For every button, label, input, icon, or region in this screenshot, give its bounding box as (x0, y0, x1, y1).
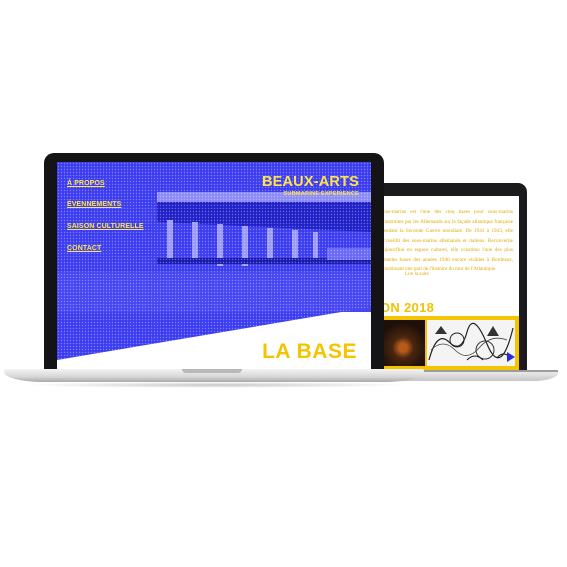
front-laptop-notch (182, 369, 242, 373)
nav-link-saison-culturelle[interactable]: SAISON CULTURELLE (67, 223, 144, 230)
nav-link-evennements[interactable]: ÉVENNEMENTS (67, 201, 121, 208)
read-more-link[interactable]: Lire la suite (405, 272, 429, 277)
season-heading: ON 2018 (380, 300, 435, 315)
play-arrow-icon[interactable] (507, 352, 515, 362)
nav-link-a-propos[interactable]: À PROPOS (67, 180, 105, 187)
back-intro-text: sous-marins est l'une des cinq bases pou… (381, 209, 513, 272)
front-laptop-screen: À PROPOS ÉVENNEMENTS SAISON CULTURELLE C… (57, 162, 371, 369)
hero-heading: LA BASE (262, 340, 357, 363)
front-laptop-shadow (20, 382, 410, 388)
event-photo-illustration[interactable] (427, 320, 515, 366)
brand-title: BEAUX-ARTS (261, 174, 359, 190)
event-photo-concert[interactable] (381, 320, 425, 366)
brand-subtitle: SUBMARINE EXPERIENCE (283, 191, 359, 197)
nav-link-contact[interactable]: CONTACT (67, 245, 101, 252)
